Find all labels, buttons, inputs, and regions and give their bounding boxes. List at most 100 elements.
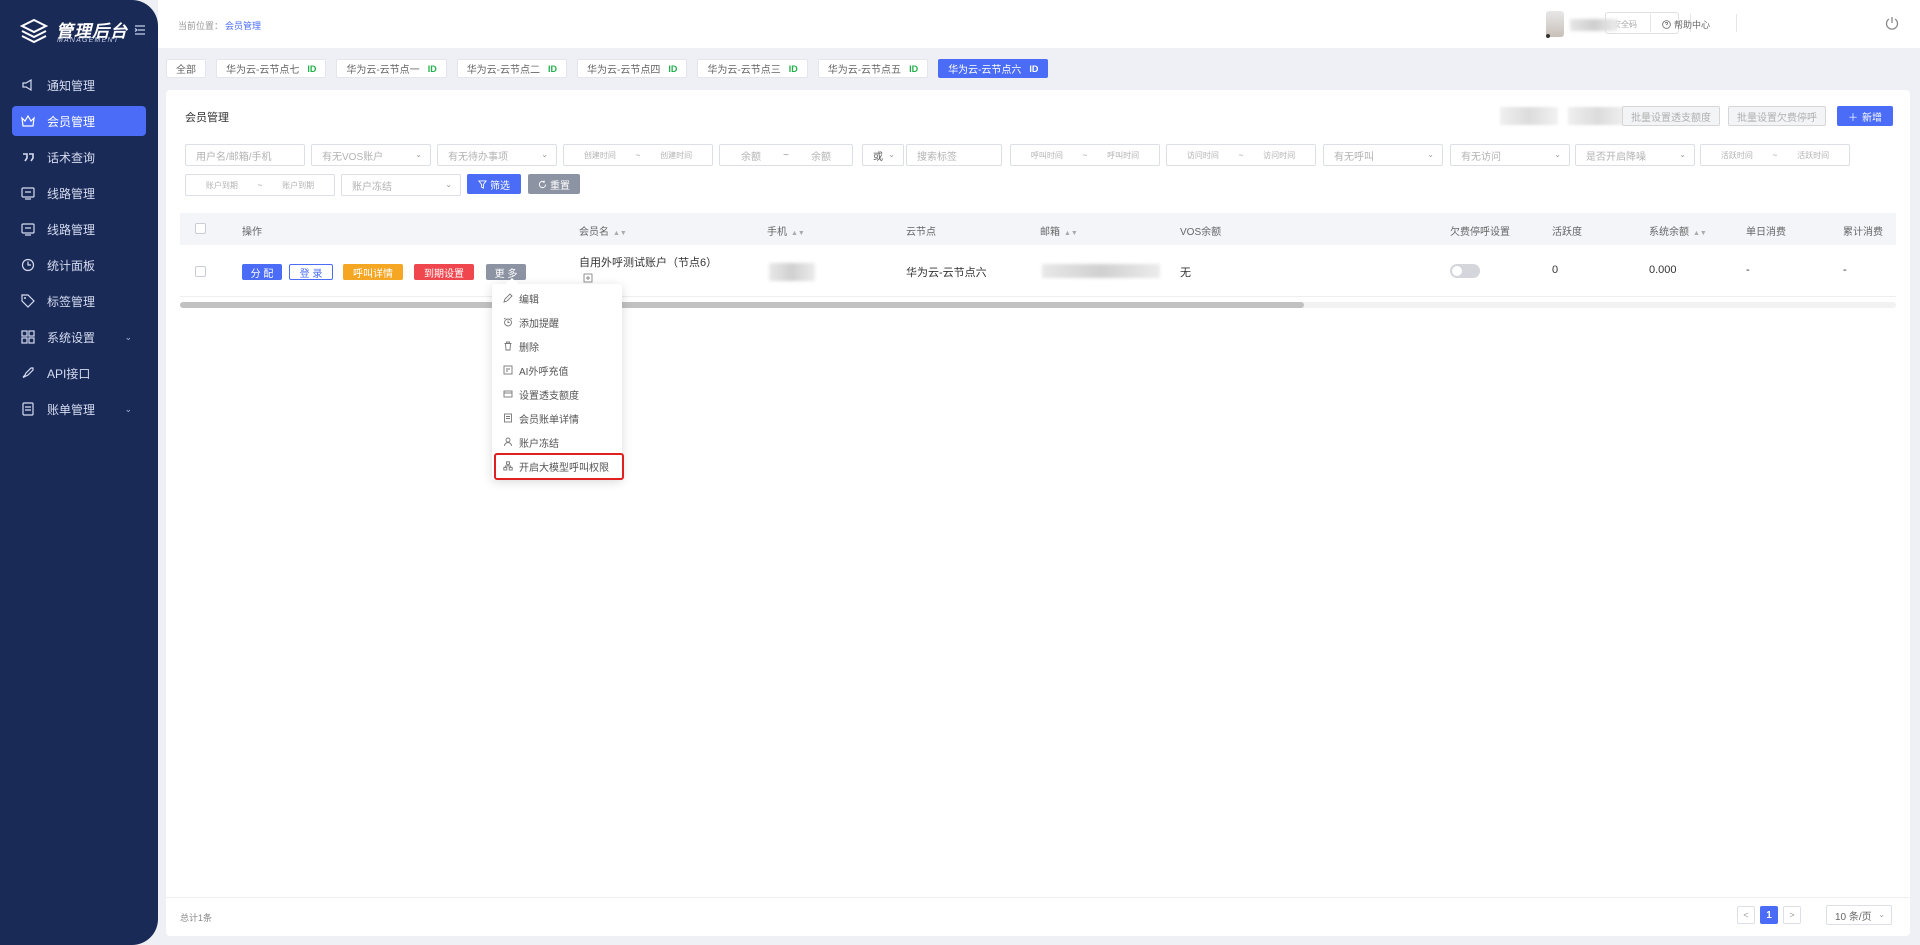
collapse-menu-icon[interactable] bbox=[134, 24, 146, 36]
account-frozen-select[interactable]: 账户冻结 ⌄ bbox=[341, 174, 461, 196]
tab-node-2[interactable]: 华为云-云节点二 ID bbox=[456, 59, 568, 78]
row-checkbox[interactable] bbox=[195, 266, 206, 277]
horizontal-scrollbar-thumb[interactable] bbox=[180, 302, 1304, 308]
range-start: 账户到期 bbox=[205, 180, 238, 190]
sort-icon: ▲▼ bbox=[791, 230, 805, 237]
breadcrumb-current[interactable]: 会员管理 bbox=[225, 19, 261, 32]
sidebar-item-stats[interactable]: 统计面板 bbox=[12, 250, 146, 280]
visit-time-range[interactable]: 访问时间 ~ 访问时间 bbox=[1166, 144, 1316, 166]
column-label: 系统余额 bbox=[1649, 227, 1689, 238]
column-vos-balance: VOS余额 bbox=[1180, 227, 1222, 238]
login-button[interactable]: 登 录 bbox=[289, 264, 333, 280]
power-icon[interactable] bbox=[1884, 15, 1900, 31]
sidebar-item-settings[interactable]: 系统设置 ⌄ bbox=[12, 322, 146, 352]
user-search-input[interactable]: 用户名/邮箱/手机 bbox=[185, 144, 305, 166]
tag-search-input[interactable]: 搜索标签 bbox=[906, 144, 1002, 166]
assign-button[interactable]: 分 配 bbox=[242, 264, 282, 280]
add-button-label: 新增 bbox=[1862, 112, 1882, 124]
prev-page-button[interactable]: < bbox=[1737, 906, 1755, 924]
menu-item-freeze[interactable]: 账户冻结 bbox=[492, 430, 622, 454]
tab-node-7[interactable]: 华为云-云节点七 ID bbox=[216, 59, 327, 78]
page-1-button[interactable]: 1 bbox=[1760, 906, 1778, 924]
batch-overdue-stop-button[interactable]: 批量设置欠费停呼 bbox=[1728, 106, 1826, 126]
menu-item-overdraft[interactable]: 设置透支额度 bbox=[492, 382, 622, 406]
tab-label: 华为云-云节点六 bbox=[948, 65, 1022, 76]
sidebar-item-label: 标签管理 bbox=[47, 294, 96, 309]
activity-value: 0 bbox=[1552, 264, 1559, 276]
table-row: 分 配 登 录 呼叫详情 到期设置 更 多 自用外呼测试账户（节点6） 华为云-… bbox=[180, 245, 1896, 297]
tab-node-6[interactable]: 华为云-云节点六 ID bbox=[938, 59, 1049, 78]
tab-node-5[interactable]: 华为云-云节点五 ID bbox=[817, 59, 929, 78]
page-title: 会员管理 bbox=[185, 112, 229, 124]
has-visit-select[interactable]: 有无访问 ⌄ bbox=[1450, 144, 1570, 166]
column-sys-balance[interactable]: 系统余额 ▲▼ bbox=[1649, 223, 1707, 238]
menu-item-ai-recharge[interactable]: AI外呼充值 bbox=[492, 358, 622, 382]
range-separator: ~ bbox=[783, 149, 789, 161]
next-page-button[interactable]: > bbox=[1783, 906, 1801, 924]
tab-node-4[interactable]: 华为云-云节点四 ID bbox=[577, 59, 688, 78]
sidebar-item-label: API接口 bbox=[47, 366, 91, 381]
call-time-range[interactable]: 呼叫时间 ~ 呼叫时间 bbox=[1010, 144, 1160, 166]
range-start: 创建时间 bbox=[583, 150, 616, 160]
active-time-range[interactable]: 活跃时间 ~ 活跃时间 bbox=[1700, 144, 1850, 166]
copy-icon[interactable] bbox=[583, 273, 593, 283]
batch-overdraft-button[interactable]: 批量设置透支额度 bbox=[1622, 106, 1720, 126]
tab-all[interactable]: 全部 bbox=[166, 59, 206, 78]
email-blurred bbox=[1042, 264, 1160, 278]
tab-label: 华为云-云节点二 bbox=[466, 65, 541, 76]
node-name: 华为云-云节点六 bbox=[906, 267, 987, 279]
sidebar-item-members[interactable]: 会员管理 bbox=[12, 106, 146, 136]
sidebar-item-label: 线路管理 bbox=[47, 186, 96, 201]
sidebar-nav: 通知管理 会员管理 话术查询 线路管理 线路管理 统计面板 标签管理 系统设置 … bbox=[12, 70, 146, 430]
logic-select[interactable]: 或 ⌄ bbox=[862, 144, 904, 166]
page-size-select[interactable]: 10 条/页 ⌄ bbox=[1826, 905, 1892, 925]
account-expire-range[interactable]: 账户到期 ~ 账户到期 bbox=[185, 174, 335, 196]
menu-item-label: 编辑 bbox=[519, 294, 539, 306]
filter-button[interactable]: 筛选 bbox=[467, 174, 521, 194]
megaphone-icon bbox=[21, 78, 35, 92]
range-end: 账户到期 bbox=[282, 180, 315, 190]
chevron-down-icon: ⌄ bbox=[445, 180, 452, 189]
main-panel: 会员管理 批量设置透支额度 批量设置欠费停呼 ＋ 新增 用户名/邮箱/手机 有无… bbox=[166, 90, 1910, 936]
created-time-range[interactable]: 创建时间 ~ 创建时间 bbox=[563, 144, 713, 166]
column-phone[interactable]: 手机 ▲▼ bbox=[767, 223, 805, 238]
tab-node-3[interactable]: 华为云-云节点三 ID bbox=[697, 59, 808, 78]
range-end: 呼叫时间 bbox=[1107, 150, 1140, 160]
sidebar-item-scripts[interactable]: 话术查询 bbox=[12, 142, 146, 172]
sidebar-item-api[interactable]: API接口 bbox=[12, 358, 146, 388]
range-separator: ~ bbox=[1772, 150, 1778, 160]
funnel-icon bbox=[478, 179, 487, 189]
sidebar-item-tags[interactable]: 标签管理 bbox=[12, 286, 146, 316]
select-value: 账户冻结 bbox=[352, 181, 392, 193]
tab-id-badge: ID bbox=[668, 63, 678, 74]
select-all-checkbox[interactable] bbox=[195, 223, 206, 234]
user-name-blurred[interactable] bbox=[1570, 19, 1618, 31]
call-detail-button[interactable]: 呼叫详情 bbox=[343, 264, 403, 280]
sidebar-item-notifications[interactable]: 通知管理 bbox=[12, 70, 146, 100]
add-member-button[interactable]: ＋ 新增 bbox=[1837, 106, 1893, 126]
todo-select[interactable]: 有无待办事项 ⌄ bbox=[437, 144, 557, 166]
menu-item-bill-detail[interactable]: 会员账单详情 bbox=[492, 406, 622, 430]
sidebar-item-routes-2[interactable]: 线路管理 bbox=[12, 214, 146, 244]
noise-reduction-select[interactable]: 是否开启降噪 ⌄ bbox=[1575, 144, 1695, 166]
menu-item-delete[interactable]: 删除 bbox=[492, 334, 622, 358]
vos-account-select[interactable]: 有无VOS账户 ⌄ bbox=[311, 144, 431, 166]
select-value: 有无访问 bbox=[1461, 151, 1501, 163]
sidebar-item-routes[interactable]: 线路管理 bbox=[12, 178, 146, 208]
sidebar-item-billing[interactable]: 账单管理 ⌄ bbox=[12, 394, 146, 424]
menu-item-add-reminder[interactable]: 添加提醒 bbox=[492, 310, 622, 334]
menu-item-label: 账户冻结 bbox=[519, 438, 559, 450]
reset-button[interactable]: 重置 bbox=[528, 174, 580, 194]
expire-settings-button[interactable]: 到期设置 bbox=[414, 264, 474, 280]
layers-logo-icon bbox=[20, 18, 48, 44]
avatar[interactable] bbox=[1546, 11, 1564, 37]
has-call-select[interactable]: 有无呼叫 ⌄ bbox=[1323, 144, 1443, 166]
balance-range[interactable]: 余额 ~ 余额 bbox=[719, 144, 853, 166]
tab-node-1[interactable]: 华为云-云节点一 ID bbox=[336, 59, 447, 78]
overdue-stop-toggle[interactable] bbox=[1450, 264, 1480, 278]
help-center-link[interactable]: 帮助中心 bbox=[1662, 18, 1710, 31]
menu-item-edit[interactable]: 编辑 bbox=[492, 286, 622, 310]
chevron-down-icon: ⌄ bbox=[415, 150, 422, 159]
column-member[interactable]: 会员名 ▲▼ bbox=[579, 223, 627, 238]
column-email[interactable]: 邮箱 ▲▼ bbox=[1040, 223, 1078, 238]
